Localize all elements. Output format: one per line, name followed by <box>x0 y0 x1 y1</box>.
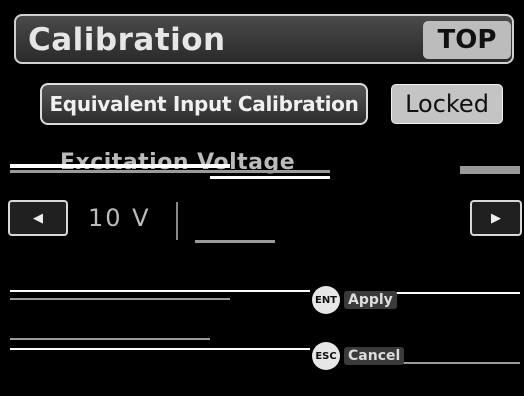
scanline-glitch <box>10 348 310 350</box>
divider <box>176 202 178 240</box>
esc-icon: ESC <box>312 342 340 370</box>
apply-label: Apply <box>344 291 397 309</box>
locked-button[interactable]: Locked <box>391 84 503 124</box>
scanline-glitch <box>460 166 520 174</box>
page-title: Calibration <box>28 22 226 58</box>
scanline-glitch <box>10 298 230 300</box>
equivalent-input-calibration-button[interactable]: Equivalent Input Calibration <box>40 83 368 125</box>
top-button[interactable]: TOP <box>423 21 511 59</box>
chevron-right-icon: ▶ <box>491 210 501 226</box>
ent-apply-control[interactable]: ENT Apply <box>312 286 397 314</box>
scanline-glitch <box>10 170 330 173</box>
scanline-glitch <box>10 290 310 292</box>
scanline-glitch <box>195 240 275 243</box>
decrease-button[interactable]: ◀ <box>8 200 68 236</box>
scanline-glitch <box>210 176 330 179</box>
scanline-glitch <box>10 338 210 340</box>
scanline-glitch <box>10 164 230 168</box>
ent-icon: ENT <box>312 286 340 314</box>
increase-button[interactable]: ▶ <box>470 200 522 236</box>
chevron-left-icon: ◀ <box>33 210 43 226</box>
esc-cancel-control[interactable]: ESC Cancel <box>312 342 405 370</box>
excitation-voltage-value: 10 V <box>88 204 151 232</box>
cancel-label: Cancel <box>344 347 405 365</box>
